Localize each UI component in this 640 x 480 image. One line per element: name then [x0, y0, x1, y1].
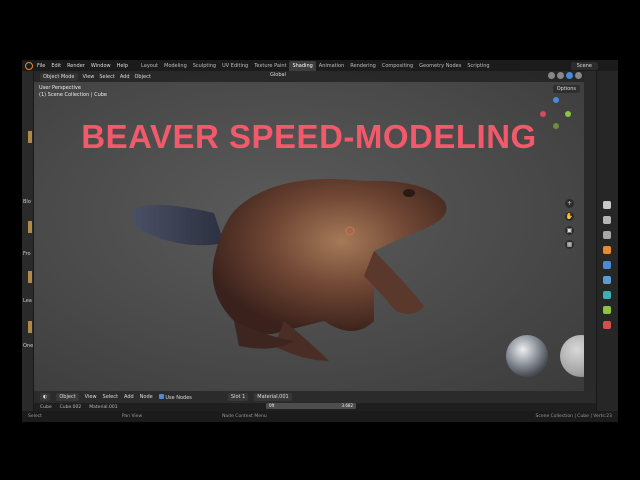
- tab-modeling[interactable]: Modeling: [161, 61, 190, 71]
- 3d-viewport[interactable]: Object Mode View Select Add Object Globa…: [34, 71, 584, 391]
- grid-view-icon[interactable]: ▦: [565, 240, 574, 249]
- tab-compositing[interactable]: Compositing: [379, 61, 416, 71]
- texture-thumbnail[interactable]: [28, 271, 32, 283]
- x-axis-icon[interactable]: [540, 111, 546, 117]
- perspective-label: User Perspective: [39, 85, 81, 91]
- physics-tab-icon[interactable]: [603, 291, 611, 299]
- tab-geometry-nodes[interactable]: Geometry Nodes: [416, 61, 464, 71]
- status-select: Select: [28, 414, 42, 419]
- status-scene-info: Scene Collection | Cube | Verts:23: [535, 414, 612, 419]
- blender-logo-icon[interactable]: [25, 61, 33, 70]
- viewport-tool-strip: [584, 71, 596, 391]
- breadcrumb-mesh: Cube.002: [59, 404, 82, 410]
- tab-scripting[interactable]: Scripting: [464, 61, 492, 71]
- beaver-eye: [403, 189, 415, 197]
- wireframe-shading-icon[interactable]: [548, 72, 555, 79]
- modifier-tab-icon[interactable]: [603, 261, 611, 269]
- menu-file[interactable]: File: [37, 63, 45, 69]
- use-nodes-label: Use Nodes: [165, 394, 192, 401]
- node-menu-node[interactable]: Node: [140, 394, 153, 400]
- pan-hand-icon[interactable]: ✋: [565, 212, 574, 221]
- tab-layout[interactable]: Layout: [138, 61, 161, 71]
- render-tab-icon[interactable]: [603, 216, 611, 224]
- collection-label: (1) Scene Collection | Cube: [39, 92, 108, 98]
- slider-left-value: 0ft: [269, 403, 275, 408]
- options-button[interactable]: Options: [552, 85, 580, 93]
- properties-tabs: [596, 71, 618, 411]
- menu-help[interactable]: Help: [117, 63, 128, 69]
- camera-icon[interactable]: ▣: [565, 226, 574, 235]
- beaver-3d-model[interactable]: [124, 171, 454, 361]
- file-label[interactable]: Fro: [23, 251, 31, 257]
- scene-selector[interactable]: Scene: [570, 62, 598, 70]
- solid-shading-icon[interactable]: [557, 72, 564, 79]
- main-menu: File Edit Render Window Help: [37, 63, 128, 69]
- node-menu-view[interactable]: View: [85, 394, 97, 400]
- shading-modes: [548, 72, 582, 79]
- slider-right-value: 3.682: [341, 403, 353, 408]
- menu-edit[interactable]: Edit: [51, 63, 61, 69]
- transform-controls: Global: [270, 72, 286, 78]
- y-axis-icon[interactable]: [565, 111, 571, 117]
- status-bar: Select Pan View Node Context Menu Scene …: [22, 411, 618, 422]
- navigation-gizmo[interactable]: [540, 97, 572, 129]
- editor-type-button[interactable]: ◐: [40, 393, 51, 401]
- zoom-icon[interactable]: +: [565, 199, 574, 208]
- node-editor-header: ◐ Object View Select Add Node Use Nodes …: [34, 391, 596, 403]
- tool-tab-icon[interactable]: [603, 201, 611, 209]
- file-label[interactable]: Lea: [23, 298, 32, 304]
- node-value-slider[interactable]: 0ft 3.682: [266, 403, 356, 409]
- blender-window: File Edit Render Window Help Layout Mode…: [22, 60, 618, 422]
- texture-thumbnail[interactable]: [28, 321, 32, 333]
- transform-orientation[interactable]: Global: [270, 72, 286, 78]
- tab-sculpting[interactable]: Sculpting: [190, 61, 219, 71]
- viewport-menu-view[interactable]: View: [83, 74, 95, 80]
- status-context-menu: Node Context Menu: [222, 414, 267, 419]
- tab-shading[interactable]: Shading: [289, 60, 316, 71]
- neg-y-axis-icon[interactable]: [553, 123, 559, 129]
- file-browser-strip: Blo Fro Lea One: [22, 71, 34, 411]
- checkbox-icon[interactable]: [158, 393, 164, 399]
- node-menu-select[interactable]: Select: [103, 394, 118, 400]
- menu-window[interactable]: Window: [91, 63, 111, 69]
- viewport-menu-object[interactable]: Object: [135, 74, 151, 80]
- top-menu-bar: File Edit Render Window Help Layout Mode…: [22, 60, 618, 71]
- breadcrumb-object: Cube: [40, 404, 52, 410]
- beaver-tail: [132, 204, 224, 246]
- texture-thumbnail[interactable]: [28, 221, 32, 233]
- slot-selector[interactable]: Slot 1: [227, 393, 249, 401]
- use-nodes-toggle[interactable]: Use Nodes: [158, 393, 192, 401]
- viewport-menu-select[interactable]: Select: [99, 74, 114, 80]
- shader-type-selector[interactable]: Object: [56, 393, 79, 401]
- viewport-header: Object Mode View Select Add Object Globa…: [34, 71, 584, 82]
- tab-rendering[interactable]: Rendering: [347, 61, 379, 71]
- material-tab-icon[interactable]: [603, 321, 611, 329]
- overlay-title: BEAVER SPEED-MODELING: [81, 118, 537, 155]
- particles-tab-icon[interactable]: [603, 276, 611, 284]
- mode-selector[interactable]: Object Mode: [40, 72, 78, 81]
- data-tab-icon[interactable]: [603, 306, 611, 314]
- rendered-shading-icon[interactable]: [575, 72, 582, 79]
- viewport-menu-add[interactable]: Add: [120, 74, 130, 80]
- hdri-preview-sphere[interactable]: [506, 335, 548, 377]
- material-preview-icon[interactable]: [566, 72, 573, 79]
- tab-uv-editing[interactable]: UV Editing: [219, 61, 251, 71]
- tab-texture-paint[interactable]: Texture Paint: [251, 61, 289, 71]
- object-tab-icon[interactable]: [603, 246, 611, 254]
- status-pan: Pan View: [121, 414, 143, 419]
- output-tab-icon[interactable]: [603, 231, 611, 239]
- file-label[interactable]: One: [23, 343, 33, 349]
- z-axis-icon[interactable]: [553, 97, 559, 103]
- workspace-tabs: Layout Modeling Sculpting UV Editing Tex…: [138, 60, 493, 71]
- menu-render[interactable]: Render: [67, 63, 85, 69]
- tab-animation[interactable]: Animation: [316, 61, 348, 71]
- breadcrumb-material: Material.001: [89, 404, 118, 410]
- node-menu-add[interactable]: Add: [124, 394, 134, 400]
- texture-thumbnail[interactable]: [28, 131, 32, 143]
- diffuse-preview-sphere[interactable]: [560, 335, 584, 377]
- material-selector[interactable]: Material.001: [254, 393, 292, 401]
- file-label[interactable]: Blo: [23, 199, 31, 205]
